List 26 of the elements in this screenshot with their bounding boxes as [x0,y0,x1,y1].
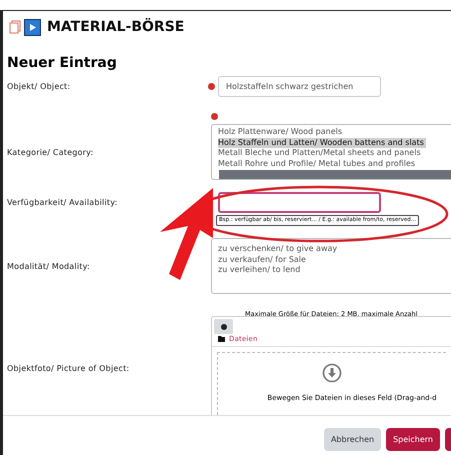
list-option[interactable]: Holz Plattenware/ Wood panels [218,127,344,138]
text-field[interactable] [218,192,381,213]
field-label: Verfügbarkeit/ Availability: [7,196,118,208]
download-icon [322,362,342,382]
field-label: Kategorie/ Category: [7,147,94,159]
field-label: Modalität/ Modality: [7,261,90,273]
text-field[interactable]: Holzstaffeln schwarz gestrichen [218,76,381,97]
save-button[interactable]: Speichern [386,428,440,451]
field-label: Objekt/ Object: [7,80,70,92]
add-file-button[interactable] [214,319,233,334]
scrollbar[interactable] [212,170,451,179]
folder-icon [218,336,225,342]
list-option[interactable]: zu verkaufen/ for Sale [218,254,308,265]
cancel-button[interactable]: Abbrechen [324,428,382,451]
list-option[interactable]: Metall Bleche und Platten/Metal sheets and panels [218,148,423,158]
play-icon [24,18,41,36]
field-label: Objektfoto/ Picture of Object: [7,364,130,372]
list-box[interactable]: zu verschenken/ to give away zu verkaufen/ for Sale zu verleihen/ to lend [211,238,451,294]
pages-icon [9,20,21,34]
app-title: MATERIAL-BÖRSE [47,17,184,37]
list-box[interactable]: Holz Plattenware/ Wood panels Holz Staffeln und Latten/ Wooden battens and slats Metall Bleche und Platten/Metal sheets and panels Metall Rohre und Profile/ Metal tubes and profiles [211,124,451,180]
list-option[interactable]: Holz Staffeln und Latten/ Wooden battens and slats [218,138,426,148]
page-heading: Neuer Eintrag [6,54,117,73]
list-option[interactable]: Metall Rohre und Profile/ Metal tubes and profiles [218,158,418,169]
list-option[interactable]: zu verschenken/ to give away [218,244,340,254]
list-option[interactable]: zu verleihen/ to lend [218,265,302,276]
